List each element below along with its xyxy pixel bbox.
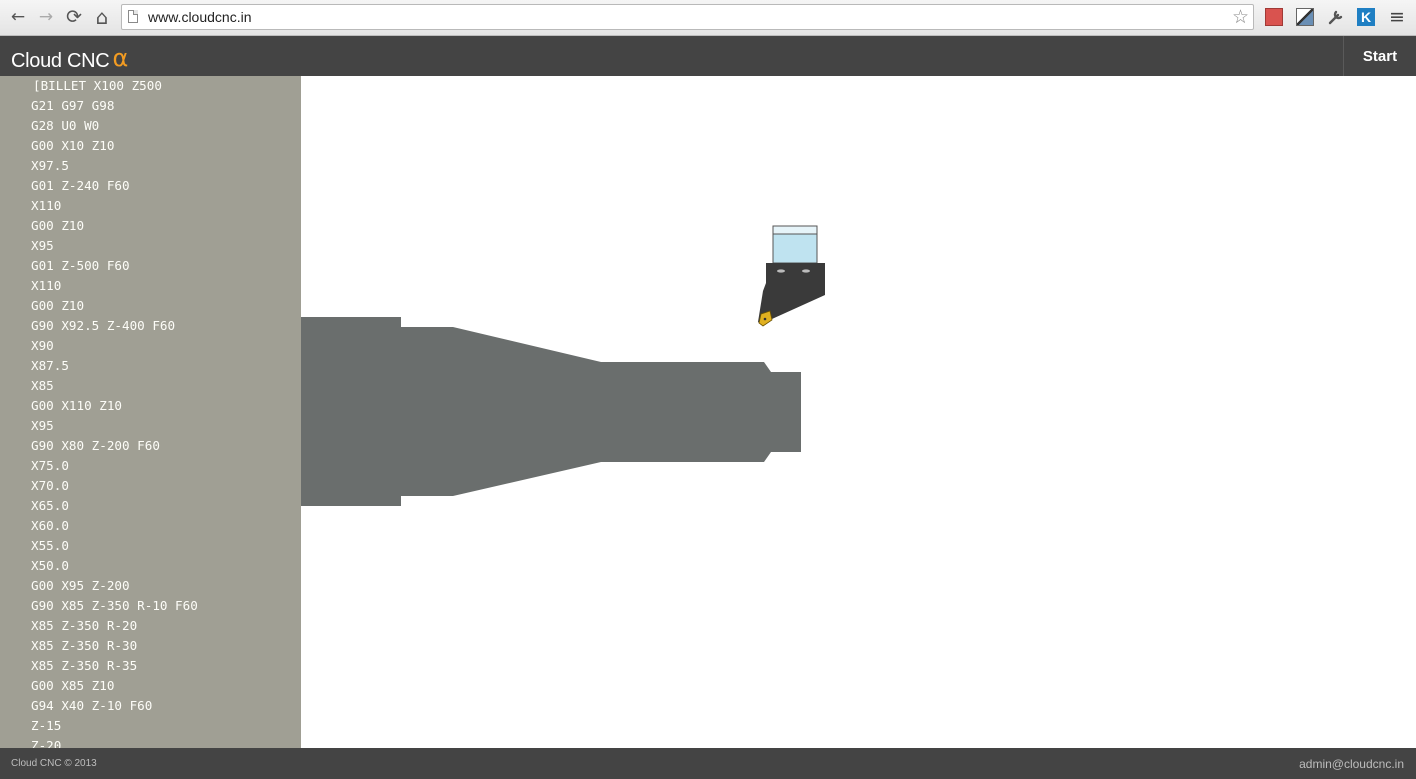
tool-clamp — [766, 263, 825, 283]
gcode-line: G94 X40 Z-10 F60 — [31, 698, 153, 713]
gcode-line: X85 Z-350 R-35 — [31, 658, 138, 673]
gcode-line: [BILLET X100 Z500 — [33, 78, 162, 93]
gcode-line: G00 Z10 — [31, 218, 85, 233]
gcode-line: G00 X95 Z-200 — [31, 578, 130, 593]
gcode-line: X87.5 — [31, 358, 69, 373]
gcode-line: G00 Z10 — [31, 298, 85, 313]
gcode-line: X85 Z-350 R-30 — [31, 638, 138, 653]
app-header: Cloud CNC α Start — [0, 36, 1416, 76]
clamp-screw-right — [802, 269, 810, 273]
brand-alpha: α — [112, 44, 128, 72]
gcode-line: X85 — [31, 378, 54, 393]
forward-icon[interactable]: → — [35, 6, 57, 28]
gcode-line: X65.0 — [31, 498, 69, 513]
clamp-screw-left — [777, 269, 785, 273]
url-text[interactable]: www.cloudcnc.in — [148, 9, 252, 25]
bookmark-star-icon[interactable]: ☆ — [1232, 6, 1249, 28]
workpiece — [301, 317, 801, 506]
gcode-line: X110 — [31, 198, 62, 213]
gcode-line: G01 Z-500 F60 — [31, 258, 130, 273]
app-footer: Cloud CNC © 2013 admin@cloudcnc.in — [0, 748, 1416, 779]
gcode-line: X85 Z-350 R-20 — [31, 618, 138, 633]
gcode-line: Z-15 — [31, 718, 62, 733]
gcode-line: G28 U0 W0 — [31, 118, 100, 133]
gcode-line: G90 X92.5 Z-400 F60 — [31, 318, 176, 333]
gcode-line: X90 — [31, 338, 54, 353]
gcode-panel[interactable]: [BILLET X100 Z500 G21 G97 G98 G28 U0 W0 G00… — [0, 76, 301, 748]
simulation-svg — [301, 225, 825, 506]
bookmark-extension-icon[interactable] — [1265, 8, 1283, 26]
gcode-line: X95 — [31, 238, 54, 253]
gcode-line: X50.0 — [31, 558, 69, 573]
gcode-line: X75.0 — [31, 458, 69, 473]
brand-name: Cloud CNC — [11, 50, 110, 72]
gcode-line: X60.0 — [31, 518, 69, 533]
gcode-line: G90 X85 Z-350 R-10 F60 — [31, 598, 198, 613]
gcode-line: Z-20 — [31, 738, 62, 748]
gcode-line: X97.5 — [31, 158, 69, 173]
gcode-line: G90 X80 Z-200 F60 — [31, 438, 160, 453]
gcode-line: X110 — [31, 278, 62, 293]
simulation-canvas — [301, 76, 1416, 748]
start-button[interactable]: Start — [1343, 36, 1416, 76]
tool-holder-cap — [772, 225, 818, 235]
wrench-extension-icon[interactable] — [1327, 8, 1345, 26]
brand-logo[interactable]: Cloud CNC α — [11, 44, 128, 73]
page-icon — [128, 10, 138, 23]
back-icon[interactable]: ← — [7, 6, 29, 28]
admin-email-link[interactable]: admin@cloudcnc.in — [1299, 757, 1404, 771]
gcode-line: G01 Z-240 F60 — [31, 178, 130, 193]
gcode-line: X55.0 — [31, 538, 69, 553]
gcode-line: G00 X10 Z10 — [31, 138, 115, 153]
gcode-line: X95 — [31, 418, 54, 433]
insert-screw — [763, 317, 767, 321]
gcode-list: [BILLET X100 Z500 G21 G97 G98 G28 U0 W0 G00… — [0, 76, 301, 748]
home-icon[interactable]: ⌂ — [91, 6, 113, 28]
menu-icon[interactable]: ≡ — [1386, 6, 1408, 28]
cutting-tool — [758, 225, 825, 327]
browser-toolbar: ← → ⟳ ⌂ www.cloudcnc.in ☆ K ≡ — [0, 0, 1416, 36]
gcode-line: X70.0 — [31, 478, 69, 493]
screenshot-extension-icon[interactable] — [1296, 8, 1314, 26]
gcode-line: G00 X110 Z10 — [31, 398, 122, 413]
copyright-text: Cloud CNC © 2013 — [11, 758, 97, 769]
address-bar[interactable]: www.cloudcnc.in ☆ — [121, 4, 1254, 30]
reload-icon[interactable]: ⟳ — [63, 6, 85, 28]
k-extension-icon[interactable]: K — [1357, 8, 1375, 26]
gcode-line: G21 G97 G98 — [31, 98, 115, 113]
gcode-line: G00 X85 Z10 — [31, 678, 115, 693]
